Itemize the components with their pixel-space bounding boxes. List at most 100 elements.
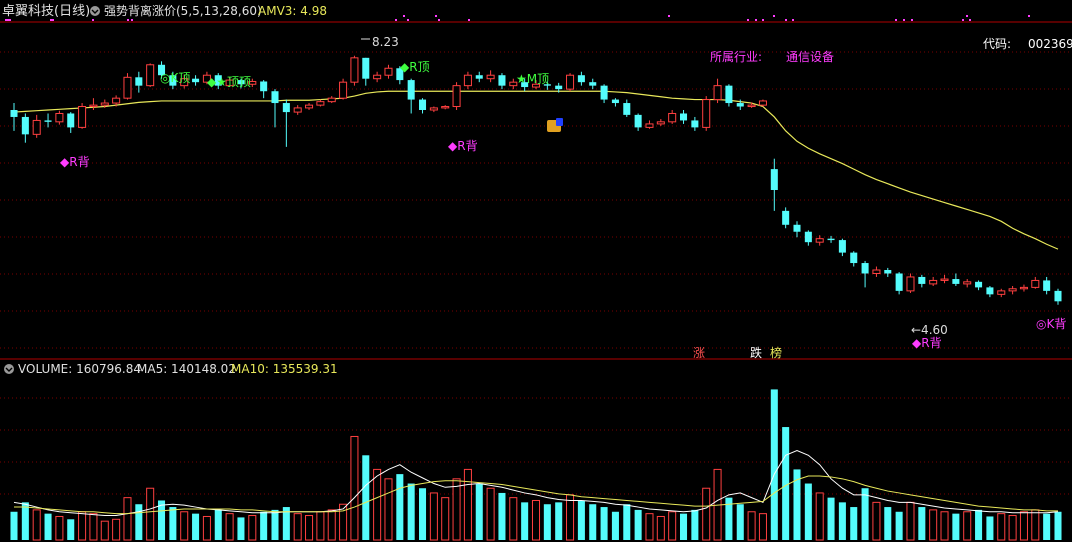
volume-bar-up: [486, 487, 495, 541]
candle-body-down: [362, 57, 370, 79]
volume-bar-down: [680, 513, 688, 540]
volume-bar-up: [373, 468, 382, 541]
signal-star-top: ◆★顶顶: [207, 75, 251, 89]
code-label: 代码:: [983, 37, 1011, 51]
candle-body-down: [793, 224, 801, 232]
candle-body-down: [419, 99, 427, 110]
volume-bar-down: [918, 507, 926, 540]
signal-dot: [403, 15, 405, 17]
candle-body-up: [123, 76, 132, 99]
volume-bar-down: [271, 509, 279, 540]
signal-dot: [969, 19, 971, 21]
volume-bar-down: [362, 455, 370, 540]
candle-body-down: [67, 113, 75, 128]
candle-body-up: [327, 97, 336, 103]
candle-body-up: [350, 57, 359, 83]
indicator-selector[interactable]: 强势背离涨价(5,5,13,28,60): [90, 3, 262, 18]
volume-bar-up: [225, 513, 234, 541]
industry-value: 通信设备: [786, 50, 834, 64]
volume-bar-up: [463, 468, 472, 541]
candle-body-up: [100, 102, 109, 106]
candle-body-up: [747, 104, 756, 108]
candle-body-up: [112, 97, 121, 104]
chevron-down-icon[interactable]: [90, 6, 100, 16]
candle-body-down: [1054, 290, 1062, 302]
volume-bar-down: [611, 511, 619, 540]
volume-bar-down: [407, 483, 415, 540]
candle-body-down: [952, 279, 960, 284]
signal-dot: [127, 19, 129, 21]
news-icon[interactable]: [547, 118, 563, 132]
signal-dot: [785, 19, 787, 21]
chevron-down-icon[interactable]: [4, 364, 14, 374]
signal-dot: [668, 15, 670, 17]
vol-ma10-readout: MA10: 135539.31: [231, 362, 338, 376]
event-fall: 跌: [750, 345, 762, 360]
candle-body-up: [656, 121, 665, 125]
volume-bar-up: [929, 509, 938, 541]
candle-body-down: [44, 120, 52, 122]
signal-dot: [755, 19, 757, 21]
candle-body-up: [89, 104, 98, 108]
volume-bar-down: [952, 513, 960, 540]
candle-body-down: [498, 75, 506, 86]
volume-bar-down: [804, 483, 812, 540]
volume-bar-up: [327, 509, 336, 541]
volume-bar-up: [656, 515, 665, 541]
volume-bar-up: [531, 499, 541, 541]
volume-bar-up: [963, 511, 972, 541]
volume-bar-down: [555, 502, 563, 540]
candle-body-up: [997, 290, 1006, 295]
volume-bar-down: [21, 502, 29, 540]
event-rise: 涨: [693, 345, 705, 360]
signal-dot: [5, 19, 7, 21]
candle-body-up: [815, 238, 824, 243]
candle-body-up: [566, 74, 575, 90]
volume-bar-down: [895, 511, 903, 540]
volume-bar-down: [770, 389, 778, 540]
volume-bar-up: [32, 509, 41, 541]
volume-bar-up: [55, 515, 64, 541]
volume-bar-up: [78, 511, 87, 541]
candle-body-up: [1031, 279, 1040, 288]
candle-body-down: [850, 252, 858, 264]
industry-label: 所属行业:: [710, 50, 762, 64]
volume-bar-down: [861, 488, 869, 540]
signal-dot: [773, 15, 775, 17]
volume-bar-up: [441, 497, 450, 541]
signal-dot: [9, 19, 11, 21]
volume-bar-up: [248, 515, 257, 541]
volume-bar-down: [1054, 511, 1062, 540]
volume-selector[interactable]: [4, 364, 14, 374]
signal-dot: [92, 19, 94, 21]
low-label: ←4.60: [911, 323, 948, 337]
volume-bar-up: [202, 515, 211, 541]
candle-body-down: [577, 75, 585, 83]
volume-bar-up: [180, 511, 189, 541]
candle-body-up: [940, 278, 949, 281]
signal-dot: [895, 19, 897, 21]
volume-bar-down: [589, 504, 597, 540]
signal-k-top: ◎K顶: [160, 71, 190, 85]
volume-bar-up: [702, 487, 711, 541]
candle-body-down: [691, 120, 699, 128]
signal-dot: [962, 19, 964, 21]
candle-body-down: [986, 287, 994, 295]
volume-bar-down: [736, 504, 744, 540]
volume-bar-down: [10, 511, 18, 540]
volume-bar-up: [906, 501, 915, 541]
candle-body-up: [702, 99, 711, 128]
volume-bar-down: [543, 504, 551, 540]
candle-body-down: [725, 85, 733, 104]
volume-bar-down: [498, 492, 506, 540]
candle-body-up: [32, 119, 41, 135]
candle-body-down: [736, 103, 744, 107]
signal-dot: [407, 19, 409, 21]
volume-bar-up: [384, 478, 393, 541]
volume-bar-down: [850, 507, 858, 540]
candle-body-down: [634, 114, 642, 128]
candle-body-up: [668, 112, 677, 123]
candle-body-down: [589, 82, 597, 86]
volume-bar-up: [747, 511, 756, 541]
volume-bar-up: [509, 497, 518, 541]
